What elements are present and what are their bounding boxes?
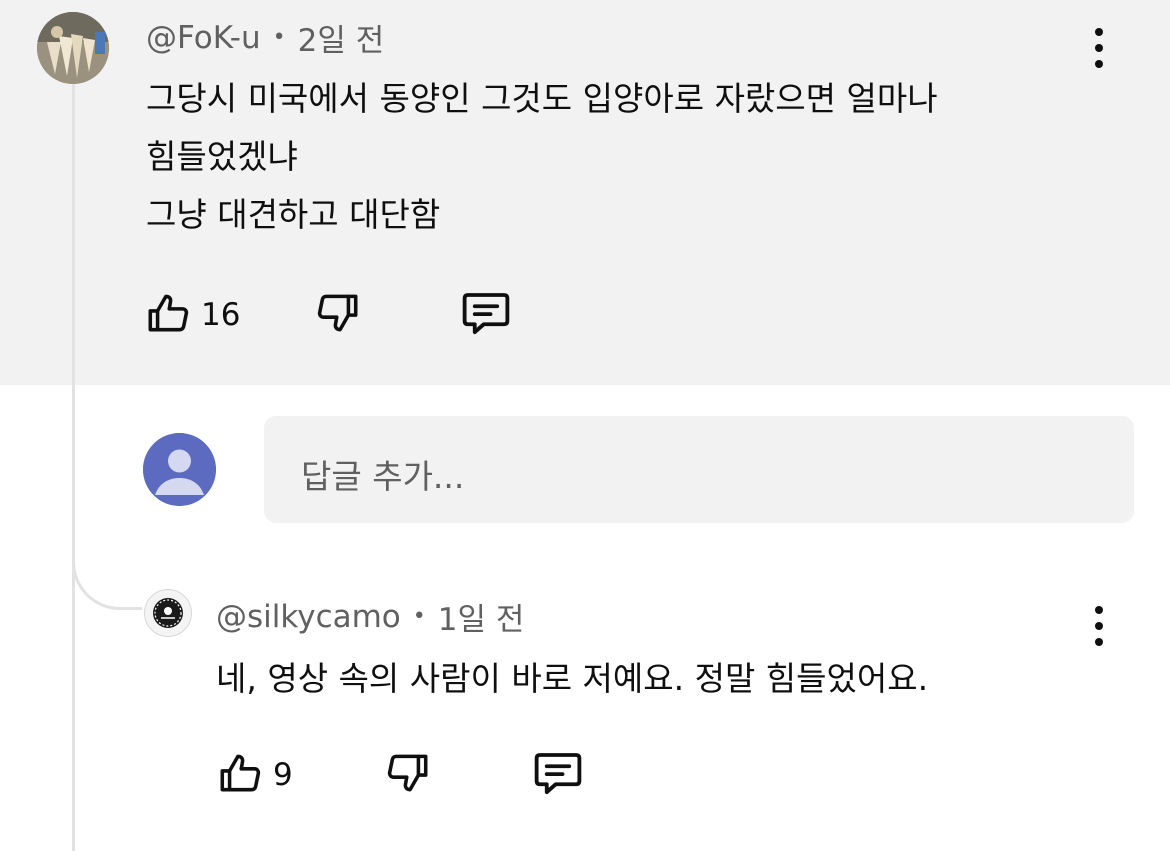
avatar-fok-u[interactable] [37, 12, 109, 84]
avatar-silkycamo[interactable] [144, 589, 192, 637]
meta-separator: • [272, 25, 286, 50]
more-dot [1095, 638, 1103, 646]
reply-comment-icon [531, 748, 585, 802]
thumbs-up-icon [215, 748, 265, 802]
thumbs-down-icon [383, 748, 433, 802]
more-dot [1095, 60, 1103, 68]
like-button[interactable]: 9 [215, 748, 293, 802]
like-count: 9 [273, 757, 293, 793]
current-user-avatar [143, 433, 216, 506]
reply-more-button[interactable] [1087, 606, 1111, 646]
reply-actions: 9 [215, 748, 595, 798]
like-button[interactable]: 16 [143, 288, 240, 342]
like-count: 16 [201, 297, 241, 333]
reply-meta: @silkycamo • 1일 전 [216, 594, 524, 639]
reply-input[interactable]: 답글 추가... [264, 416, 1134, 523]
reply-time[interactable]: 1일 전 [438, 594, 525, 639]
more-dot [1095, 622, 1103, 630]
reply-button[interactable] [531, 748, 585, 802]
reply-author[interactable]: @silkycamo [216, 599, 401, 635]
reply-input-placeholder: 답글 추가... [301, 457, 465, 496]
reply-text: 네, 영상 속의 사람이 바로 저예요. 정말 힘들었어요. [216, 659, 929, 698]
comment-meta: @FoK-u • 2일 전 [146, 15, 384, 60]
more-dot [1095, 28, 1103, 36]
thumbs-up-icon [143, 288, 193, 342]
thread-connector [72, 540, 142, 610]
thread-line [72, 80, 75, 851]
thumbs-down-icon [313, 288, 363, 342]
comment-text: 그당시 미국에서 동양인 그것도 입양아로 자랐으면 얼마나 힘들었겠냐 그냥 … [146, 70, 938, 244]
more-dot [1095, 606, 1103, 614]
comment-more-button[interactable] [1087, 28, 1111, 68]
comment-actions: 16 [143, 288, 523, 338]
reply-comment-icon [459, 288, 513, 342]
more-dot [1095, 44, 1103, 52]
comment-line: 그당시 미국에서 동양인 그것도 입양아로 자랐으면 얼마나 [146, 79, 938, 118]
meta-separator: • [412, 604, 426, 629]
reply-button[interactable] [459, 288, 513, 342]
comment-line: 힘들었겠냐 [146, 137, 298, 176]
comment-line: 그냥 대견하고 대단함 [146, 195, 441, 234]
dislike-button[interactable] [383, 748, 433, 802]
comment-author[interactable]: @FoK-u [146, 20, 261, 56]
comment-time[interactable]: 2일 전 [298, 15, 385, 60]
dislike-button[interactable] [313, 288, 363, 342]
